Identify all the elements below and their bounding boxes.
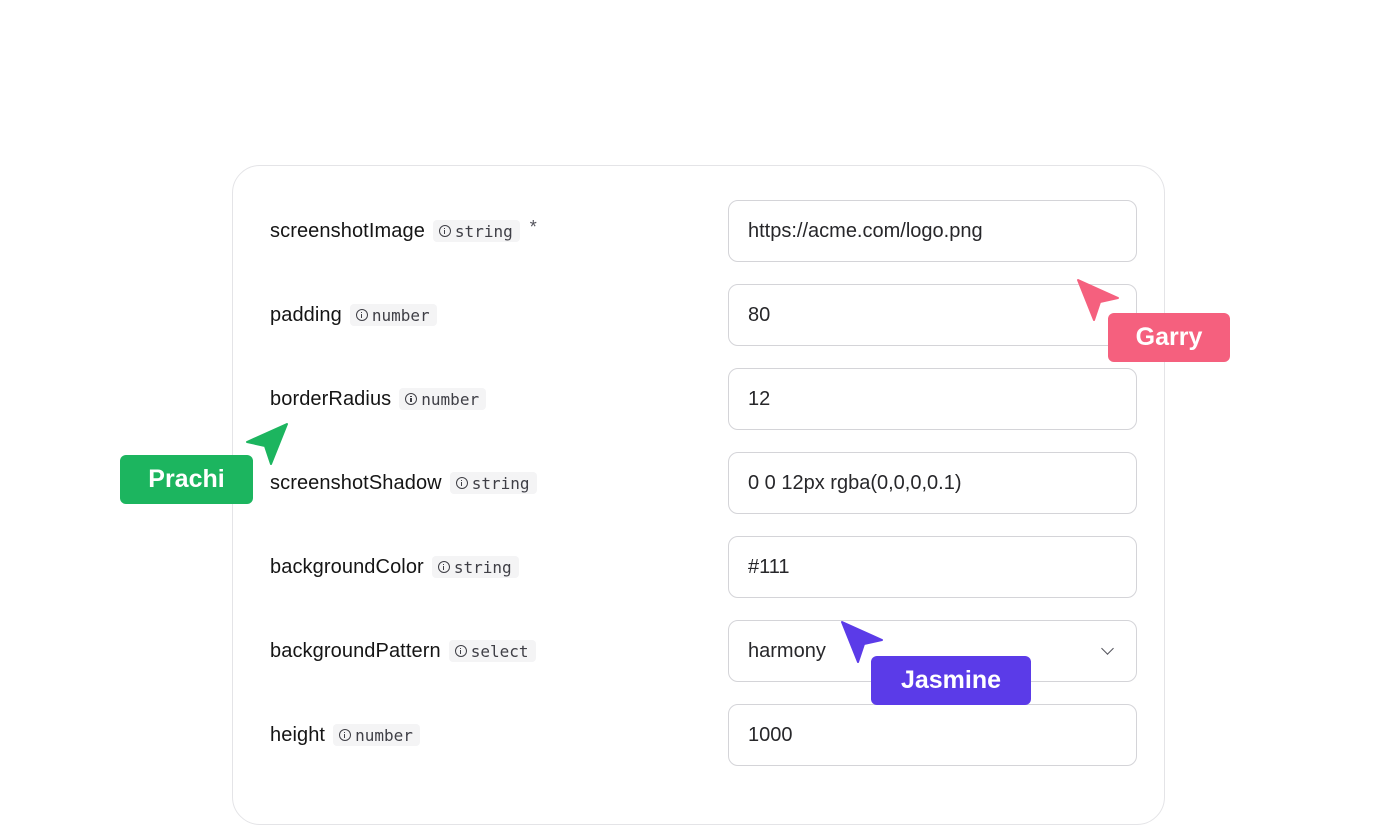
- field-name: screenshotShadow: [270, 471, 442, 494]
- type-label: string: [471, 473, 530, 493]
- field-row-border-radius: borderRadius number 12: [233, 368, 1164, 430]
- info-icon: [455, 477, 468, 489]
- collaborator-name: Jasmine: [900, 666, 1002, 694]
- input-value: https://acme.com/logo.png: [748, 219, 983, 242]
- field-row-background-color: backgroundColor string #111: [233, 536, 1164, 598]
- info-icon: [438, 225, 451, 237]
- field-row-screenshot-image: screenshotImage string * https://acme.co…: [233, 200, 1164, 262]
- info-icon: [437, 561, 450, 573]
- field-label-group: borderRadius number: [270, 368, 487, 430]
- type-label: string: [454, 221, 513, 241]
- type-badge[interactable]: string: [432, 220, 520, 242]
- info-icon: [454, 645, 467, 657]
- input-value: 12: [748, 387, 771, 410]
- screenshot-shadow-input[interactable]: 0 0 12px rgba(0,0,0,0.1): [728, 452, 1137, 514]
- type-label: string: [453, 557, 512, 577]
- field-name: height: [270, 723, 326, 746]
- field-name: padding: [270, 303, 342, 326]
- collaborator-name: Prachi: [148, 465, 225, 493]
- field-name: backgroundColor: [270, 555, 424, 578]
- collaborator-tag-garry: Garry: [1108, 313, 1230, 362]
- field-label-group: screenshotImage string *: [270, 200, 537, 262]
- field-row-screenshot-shadow: screenshotShadow string 0 0 12px rgba(0,…: [233, 452, 1164, 514]
- type-badge[interactable]: number: [399, 388, 487, 410]
- type-label: select: [470, 641, 529, 661]
- type-label: number: [421, 389, 480, 409]
- height-input[interactable]: 1000: [728, 704, 1137, 766]
- collaborator-name: Garry: [1135, 323, 1203, 351]
- info-icon: [339, 729, 352, 741]
- input-value: 1000: [748, 723, 793, 746]
- type-badge[interactable]: number: [349, 304, 437, 326]
- type-badge[interactable]: select: [448, 640, 536, 662]
- field-name: backgroundPattern: [270, 639, 441, 662]
- collaborator-tag-prachi: Prachi: [120, 455, 253, 504]
- field-label-group: height number: [270, 704, 420, 766]
- field-label-group: padding number: [270, 284, 437, 346]
- type-badge[interactable]: string: [431, 556, 519, 578]
- input-value: #111: [748, 555, 790, 578]
- field-name: screenshotImage: [270, 219, 425, 242]
- field-row-padding: padding number 80: [233, 284, 1164, 346]
- type-label: number: [355, 725, 413, 745]
- chevron-down-icon[interactable]: [1101, 642, 1114, 655]
- type-badge[interactable]: string: [449, 472, 537, 494]
- collaborator-tag-jasmine: Jasmine: [871, 656, 1031, 705]
- screenshot-image-input[interactable]: https://acme.com/logo.png: [728, 200, 1137, 262]
- info-icon: [405, 393, 418, 405]
- type-label: number: [371, 305, 430, 325]
- border-radius-input[interactable]: 12: [728, 368, 1137, 430]
- background-color-input[interactable]: #111: [728, 536, 1137, 598]
- field-label-group: backgroundColor string: [270, 536, 519, 598]
- field-row-height: height number 1000: [233, 704, 1164, 766]
- props-form-card: screenshotImage string * https://acme.co…: [232, 165, 1165, 825]
- required-mark: *: [529, 216, 537, 237]
- field-name: borderRadius: [270, 387, 392, 410]
- info-icon: [355, 309, 368, 321]
- input-value: 80: [748, 303, 771, 326]
- field-label-group: screenshotShadow string: [270, 452, 537, 514]
- type-badge[interactable]: number: [333, 724, 420, 746]
- field-label-group: backgroundPattern select: [270, 620, 536, 682]
- input-value: 0 0 12px rgba(0,0,0,0.1): [748, 471, 962, 494]
- select-value: harmony: [748, 639, 826, 662]
